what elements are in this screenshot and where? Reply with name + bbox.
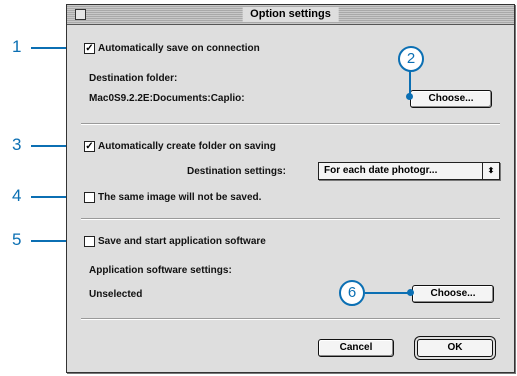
ok-button[interactable]: OK xyxy=(417,339,493,357)
auto-folder-checkbox[interactable]: ✓ xyxy=(84,141,95,152)
callout-6-line xyxy=(365,292,411,294)
separator-3 xyxy=(81,318,500,320)
callout-2: 2 xyxy=(398,46,424,72)
callout-3: 3 xyxy=(12,135,22,154)
app-choose-button[interactable]: Choose... xyxy=(412,285,494,303)
destination-folder-label: Destination folder: xyxy=(89,73,178,84)
start-app-label[interactable]: Save and start application software xyxy=(98,235,266,248)
auto-save-checkbox[interactable]: ✓ xyxy=(84,43,95,54)
title-bar[interactable]: Option settings xyxy=(67,5,514,25)
auto-folder-label[interactable]: Automatically create folder on saving xyxy=(98,140,276,153)
destination-folder-path: Mac0S9.2.2E:Documents:Caplio: xyxy=(89,93,245,104)
callout-4: 4 xyxy=(12,186,22,205)
same-image-checkbox[interactable] xyxy=(84,192,95,203)
destination-settings-label: Destination settings: xyxy=(187,166,286,177)
callout-2-line xyxy=(409,71,411,95)
destination-settings-value: For each date photogr... xyxy=(324,165,438,176)
separator-2 xyxy=(81,218,500,220)
start-app-checkbox[interactable] xyxy=(84,236,95,247)
option-settings-dialog: Option settings ✓ Automatically save on … xyxy=(66,4,515,373)
popup-arrows-icon: ⬍ xyxy=(482,163,499,179)
callout-6-dot xyxy=(407,289,414,296)
cancel-button[interactable]: Cancel xyxy=(318,339,394,357)
close-box[interactable] xyxy=(75,9,86,20)
auto-save-label[interactable]: Automatically save on connection xyxy=(98,42,260,55)
same-image-label[interactable]: The same image will not be saved. xyxy=(98,191,261,204)
callout-1: 1 xyxy=(12,37,22,56)
callout-5: 5 xyxy=(12,230,22,249)
destination-choose-button[interactable]: Choose... xyxy=(410,90,492,108)
app-settings-label: Application software settings: xyxy=(89,265,232,276)
separator-1 xyxy=(81,123,500,125)
app-settings-value: Unselected xyxy=(89,289,143,300)
destination-settings-popup[interactable]: For each date photogr... ⬍ xyxy=(318,162,500,180)
callout-2-dot xyxy=(406,93,413,100)
dialog-title: Option settings xyxy=(242,7,339,22)
callout-6: 6 xyxy=(339,280,365,306)
